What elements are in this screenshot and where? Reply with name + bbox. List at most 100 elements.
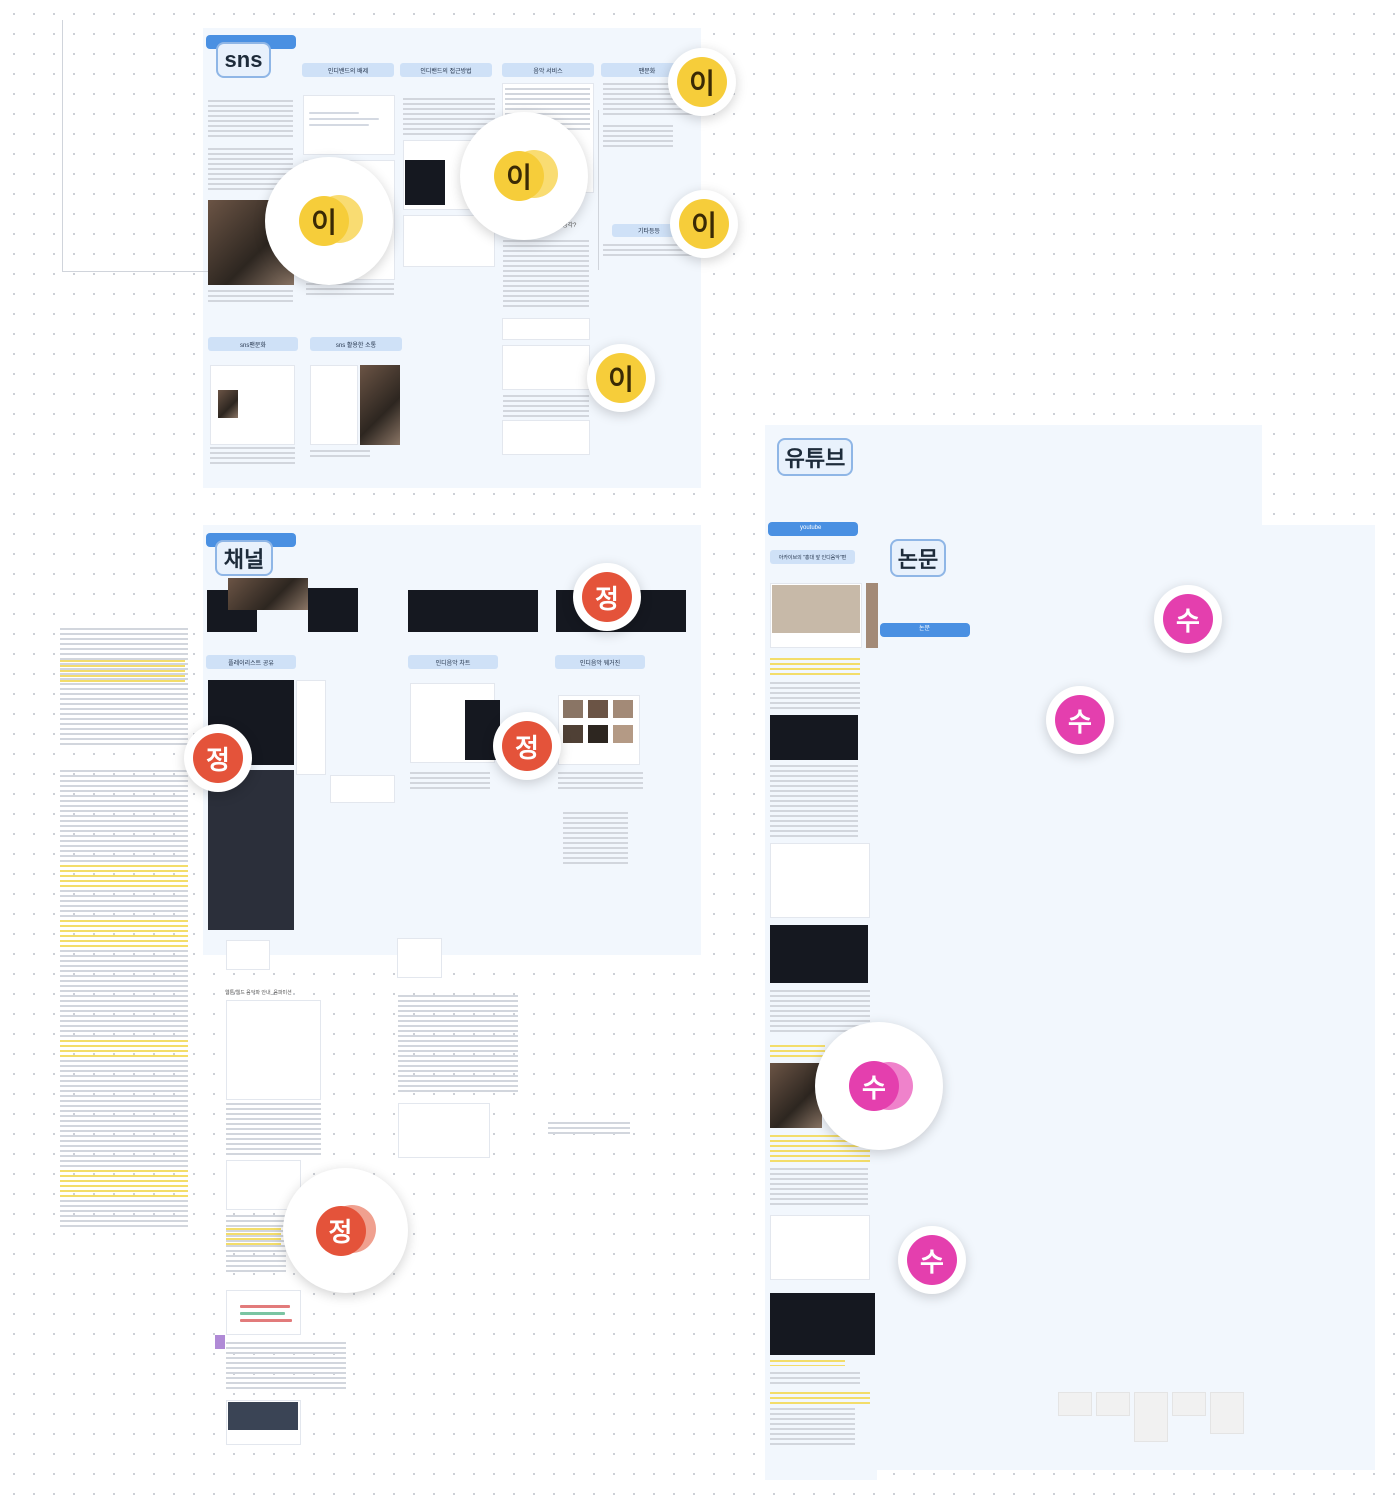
stamp-yi-large[interactable]: 이 [460, 112, 588, 240]
paper-board[interactable] [877, 525, 1375, 1470]
stamp-jeong[interactable]: 정 [573, 563, 641, 631]
text-note [226, 1103, 321, 1155]
article-highlight [60, 1040, 188, 1060]
text-line [309, 124, 369, 126]
artist-thumb [613, 700, 633, 718]
column-header-playlist-share[interactable]: 플레이리스트 공유 [206, 655, 296, 669]
stamp-yi-disc: 이 [596, 353, 646, 403]
stamp-jeong-disc: 정 [582, 572, 632, 622]
text-note [208, 290, 293, 302]
web-screenshot[interactable] [398, 1103, 490, 1158]
paper-section-tag[interactable]: 논문 [890, 539, 946, 577]
text-line [309, 112, 359, 114]
article-highlight [770, 1392, 870, 1404]
video-thumbnail[interactable] [770, 925, 868, 983]
text-note [503, 395, 589, 417]
text-note [563, 812, 628, 867]
stamp-yi[interactable]: 이 [587, 344, 655, 412]
article-highlight [770, 658, 860, 676]
map-area [772, 585, 860, 633]
post-card[interactable] [502, 420, 590, 455]
street-photo[interactable] [770, 1063, 822, 1128]
column-header-indie-chart[interactable]: 인디음악 차트 [408, 655, 498, 669]
stamp-su-large[interactable]: 수 [815, 1022, 943, 1150]
tweet-card[interactable] [310, 365, 358, 445]
playlist-screenshot[interactable] [308, 588, 358, 632]
profile-card[interactable] [296, 680, 326, 775]
artist-thumb [613, 725, 633, 743]
sub-header-sns-communication[interactable]: sns 활용한 소통 [310, 337, 402, 351]
article-highlight [60, 865, 188, 890]
stamp-jeong[interactable]: 정 [493, 712, 561, 780]
stamp-su-disc: 수 [1055, 695, 1105, 745]
article-highlight [226, 1228, 281, 1246]
sticky-note[interactable] [1058, 1392, 1092, 1416]
bar [240, 1312, 285, 1315]
column-header-indie-magazine[interactable]: 인디음악 웨거진 [555, 655, 645, 669]
youtube-sub-label[interactable]: 아카이브의 "홍대 앞 인디음악"편 [770, 550, 855, 564]
post-card[interactable] [502, 318, 590, 340]
sub-header-sns-fan-culture[interactable]: sns팬문화 [208, 337, 298, 351]
stamp-yi[interactable]: 이 [668, 48, 736, 116]
text-line [309, 118, 379, 120]
stamp-jeong-large[interactable]: 정 [283, 1168, 408, 1293]
artist-thumb [563, 700, 583, 718]
stamp-su-disc: 수 [1163, 594, 1213, 644]
column-header-indie-exclusion[interactable]: 인디밴드의 배제 [302, 63, 394, 77]
text-note [770, 765, 858, 840]
text-note [410, 772, 490, 792]
stamp-jeong-disc: 정 [315, 1205, 366, 1256]
youtube-section-tag[interactable]: 유튜브 [777, 438, 853, 476]
stamp-su[interactable]: 수 [898, 1226, 966, 1294]
text-note [770, 1372, 860, 1387]
artist-thumb [563, 725, 583, 743]
connector-line [62, 271, 212, 272]
stamp-yi-large[interactable]: 이 [265, 157, 393, 285]
sticky-note[interactable] [1096, 1392, 1130, 1416]
video-thumbnail[interactable] [770, 1293, 875, 1355]
connector-line [215, 1335, 225, 1349]
stamp-yi[interactable]: 이 [670, 190, 738, 258]
sns-section-tag[interactable]: sns [216, 42, 271, 78]
post-card[interactable] [502, 345, 590, 390]
article-highlight [60, 660, 185, 682]
video-card[interactable] [770, 1215, 870, 1280]
column-header-indie-approach[interactable]: 인디밴드의 접근방법 [400, 63, 492, 77]
chart-screenshot[interactable] [408, 590, 538, 632]
article-highlight [770, 1360, 845, 1366]
mind-map-card[interactable] [226, 1000, 321, 1100]
article-highlight [770, 1045, 825, 1059]
webtoon-caption: 웹툰/웹드 음악파 안내_음파미션 [225, 990, 292, 996]
stamp-su[interactable]: 수 [1046, 686, 1114, 754]
stamp-yi-disc: 이 [299, 196, 349, 246]
sticky-note[interactable] [1210, 1392, 1244, 1434]
album-photo[interactable] [228, 578, 308, 610]
connector-line [62, 20, 63, 272]
article-highlight [60, 1170, 188, 1200]
text-note [226, 1342, 346, 1390]
text-note [398, 995, 518, 1095]
column-header-music-service[interactable]: 음악 서비스 [502, 63, 594, 77]
stamp-yi-disc: 이 [679, 199, 729, 249]
playlist-screenshot[interactable] [208, 770, 294, 930]
youtube-bar-label: youtube [800, 525, 822, 531]
text-note [770, 682, 860, 710]
channel-section-tag[interactable]: 채널 [215, 540, 273, 576]
stamp-su[interactable]: 수 [1154, 585, 1222, 653]
video-thumbnail[interactable] [405, 160, 445, 205]
sticky-note[interactable] [1172, 1392, 1206, 1416]
text-note [208, 100, 293, 140]
text-note [503, 240, 589, 310]
sticky-note[interactable] [1134, 1392, 1168, 1442]
paper-bar-label: 논문 [919, 626, 931, 632]
phone-screenshot[interactable] [397, 938, 442, 978]
stamp-jeong-disc: 정 [193, 733, 243, 783]
text-note [558, 772, 643, 790]
comment-card[interactable] [330, 775, 395, 803]
youtube-overflow-strip [866, 583, 878, 648]
video-thumbnail[interactable] [770, 715, 858, 760]
phone-screenshot[interactable] [226, 940, 270, 970]
comment-card[interactable] [770, 843, 870, 918]
bar [240, 1305, 290, 1308]
stamp-jeong[interactable]: 정 [184, 724, 252, 792]
